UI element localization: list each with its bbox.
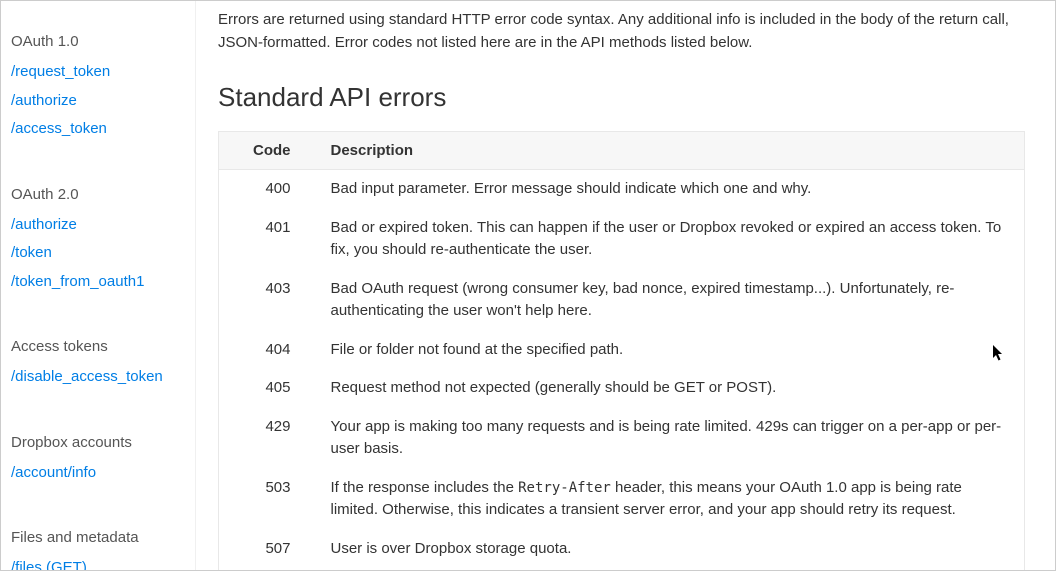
table-header-code: Code: [219, 132, 319, 170]
error-code: 403: [219, 270, 319, 331]
retry-after-header: Retry-After: [518, 480, 611, 496]
nav-link-access-token[interactable]: /access_token: [11, 115, 195, 144]
table-header-description: Description: [319, 132, 1025, 170]
table-row: 507 User is over Dropbox storage quota.: [219, 530, 1025, 569]
table-row: 503 If the response includes the Retry-A…: [219, 469, 1025, 530]
sidebar-nav: OAuth 1.0 /request_token /authorize /acc…: [1, 1, 196, 570]
error-code: 401: [219, 209, 319, 270]
nav-link-authorize2[interactable]: /authorize: [11, 211, 195, 240]
nav-section-title: Files and metadata: [11, 511, 195, 546]
nav-link-token-from-oauth1[interactable]: /token_from_oauth1: [11, 268, 195, 297]
nav-section-oauth2: OAuth 2.0 /authorize /token /token_from_…: [11, 168, 195, 297]
error-code: 507: [219, 530, 319, 569]
nav-link-disable-access-token[interactable]: /disable_access_token: [11, 363, 195, 392]
table-row: 401 Bad or expired token. This can happe…: [219, 209, 1025, 270]
table-row: 400 Bad input parameter. Error message s…: [219, 170, 1025, 209]
error-code: 404: [219, 331, 319, 370]
nav-link-files-get[interactable]: /files (GET): [11, 554, 195, 570]
table-row: 403 Bad OAuth request (wrong consumer ke…: [219, 270, 1025, 331]
table-row: 404 File or folder not found at the spec…: [219, 331, 1025, 370]
nav-section-title: Access tokens: [11, 320, 195, 355]
error-description: Server error. Check DropboxOps.: [319, 568, 1025, 570]
nav-link-authorize[interactable]: /authorize: [11, 87, 195, 116]
error-description: User is over Dropbox storage quota.: [319, 530, 1025, 569]
error-description: If the response includes the Retry-After…: [319, 469, 1025, 530]
section-heading-errors: Standard API errors: [218, 82, 1025, 113]
intro-paragraph: Errors are returned using standard HTTP …: [218, 9, 1025, 54]
error-code: 429: [219, 408, 319, 469]
error-codes-table: Code Description 400 Bad input parameter…: [218, 131, 1025, 570]
nav-section-oauth1: OAuth 1.0 /request_token /authorize /acc…: [11, 11, 195, 144]
nav-link-request-token[interactable]: /request_token: [11, 58, 195, 87]
error-code: 503: [219, 469, 319, 530]
nav-section-dropbox-accounts: Dropbox accounts /account/info: [11, 416, 195, 488]
table-row: 5xx Server error. Check DropboxOps.: [219, 568, 1025, 570]
error-description: Request method not expected (generally s…: [319, 369, 1025, 408]
table-row: 405 Request method not expected (general…: [219, 369, 1025, 408]
nav-section-title: OAuth 1.0: [11, 11, 195, 50]
nav-section-files-metadata: Files and metadata /files (GET) /files_p…: [11, 511, 195, 570]
error-code: 400: [219, 170, 319, 209]
error-description: File or folder not found at the specifie…: [319, 331, 1025, 370]
nav-section-access-tokens: Access tokens /disable_access_token: [11, 320, 195, 392]
nav-section-title: OAuth 2.0: [11, 168, 195, 203]
error-description: Your app is making too many requests and…: [319, 408, 1025, 469]
nav-link-account-info[interactable]: /account/info: [11, 459, 195, 488]
error-description: Bad or expired token. This can happen if…: [319, 209, 1025, 270]
error-code: 5xx: [219, 568, 319, 570]
error-code: 405: [219, 369, 319, 408]
error-description: Bad OAuth request (wrong consumer key, b…: [319, 270, 1025, 331]
table-row: 429 Your app is making too many requests…: [219, 408, 1025, 469]
main-content: Errors are returned using standard HTTP …: [196, 1, 1055, 570]
nav-link-token[interactable]: /token: [11, 239, 195, 268]
error-description: Bad input parameter. Error message shoul…: [319, 170, 1025, 209]
nav-section-title: Dropbox accounts: [11, 416, 195, 451]
